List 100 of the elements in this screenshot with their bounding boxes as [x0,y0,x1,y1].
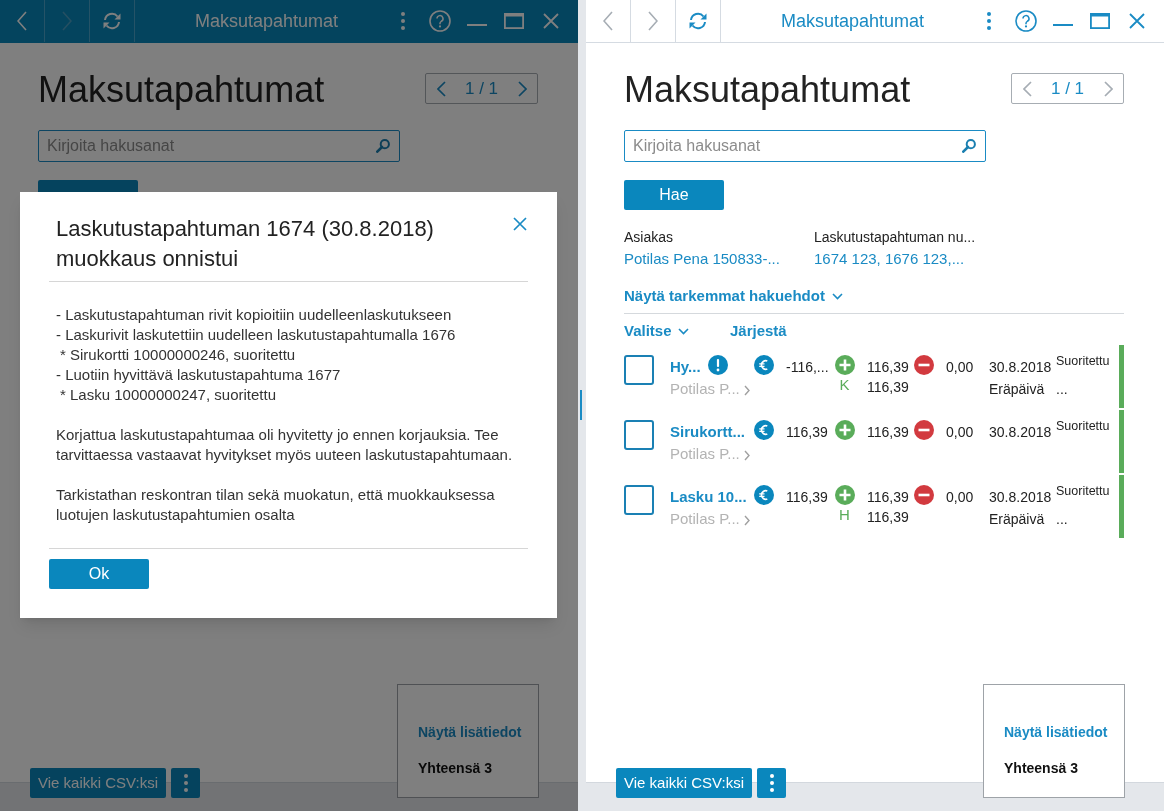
minus-icon [914,355,934,375]
dialog-message: Korjattua laskutustapahtumaa oli hyvitetty jo ennen korjauksia. Tee tarvittaessa vastaavat hyvitykset myös uuteen laskutustapahtumaan. [56,425,514,465]
euro-icon [754,485,774,505]
filter-label: Laskutustapahtuman nu... [814,228,976,247]
chevron-right-icon [743,449,750,461]
amount-text: 116,39 [867,488,910,507]
close-icon [542,13,559,29]
amount-text: 116,39 [867,358,910,377]
dialog-message-line: - Luotiin hyvittävä laskutustapahtuma 1677 [56,365,342,385]
chevron-down-icon [831,292,843,300]
dialog-message-line: * Lasku 10000000247, suoritettu [60,385,277,405]
amount-text: 116,39 [867,423,910,442]
total-text: Yhteensä 3 [1004,759,1078,778]
ok-button[interactable]: Ok [49,559,149,589]
minimize-icon [466,24,487,26]
row-checkbox[interactable] [624,355,654,385]
select-menu-button[interactable]: Valitse [624,320,689,343]
amount-text: 0,00 [946,423,975,442]
filter-label: Asiakas [624,228,674,247]
page-indicator: 1 / 1 [464,77,499,100]
page-heading: Maksutapahtumat [38,68,325,112]
date-text: 30.8.2018 [989,488,1053,507]
search-button[interactable]: Hae [624,180,724,210]
filter-value-link[interactable]: Potilas Pena 150833-... [624,248,780,270]
window-title: Maksutapahtumat [780,10,925,33]
search-field[interactable]: Kirjoita hakusanat [38,130,400,162]
vertical-dots-icon [183,774,188,792]
due-label: Eräpäivä [989,380,1046,399]
vertical-dots-icon [769,774,774,792]
amount-text: 116,39 [867,508,910,527]
vertical-dots-icon [986,12,991,30]
plus-note: K [839,375,850,395]
row-checkbox[interactable] [624,420,654,450]
export-button[interactable]: Vie kaikki CSV:ksi [616,768,752,798]
help-icon [1014,10,1037,32]
dialog-message-line: - Laskurivit laskutettiin uudelleen laskutustapahtumalla 1676 [56,325,457,345]
amount-text: 116,39 [786,423,829,442]
chevron-right-icon [743,384,750,396]
export-button[interactable]: Vie kaikki CSV:ksi [30,768,166,798]
chevron-right-icon [743,514,750,526]
due-value: ... [1056,380,1069,399]
chevron-left-icon [603,11,613,31]
help-icon [428,10,451,32]
plus-note: H [839,505,850,525]
row-subtitle: Potilas P... [670,379,740,399]
filter-value-link[interactable]: 1674 123, 1676 123,... [814,248,965,270]
chevron-left-icon [1022,80,1032,97]
amount-text: 0,00 [946,488,975,507]
page-heading: Maksutapahtumat [624,68,911,112]
resize-handle[interactable] [580,390,582,420]
search-icon [962,139,976,153]
chevron-left-icon [17,11,27,31]
chevron-right-icon [648,11,658,31]
sort-link[interactable]: Järjestä [730,320,787,343]
search-icon [376,139,390,153]
chevron-down-icon [677,327,689,335]
dialog-message: Tarkistathan reskontran tilan sekä muokatun, että muokkauksessa luotujen laskutustapahtumien osalta [56,485,496,525]
row-checkbox[interactable] [624,485,654,515]
refresh-icon [688,11,708,31]
details-link[interactable]: Näytä lisätiedot [418,722,522,742]
dialog-message-line: * Sirukortti 10000000246, suoritettu [60,345,297,365]
close-icon [513,217,527,231]
refresh-icon [102,11,122,31]
close-icon [1128,13,1145,29]
minus-icon [914,485,934,505]
status-text: Suoritettu [1056,483,1111,500]
amount-text: 116,39 [786,488,829,507]
amount-text: 116,39 [867,378,910,397]
page-indicator: 1 / 1 [1050,77,1085,100]
chevron-right-icon [1103,80,1113,97]
details-link[interactable]: Näytä lisätiedot [1004,722,1108,742]
total-text: Yhteensä 3 [418,759,492,778]
minimize-icon [1052,24,1073,26]
chevron-left-icon [436,80,446,97]
maximize-icon [503,13,524,29]
euro-icon [754,355,774,375]
row-title-link[interactable]: Lasku 10... [670,487,747,507]
dialog-message-line: - Laskutustapahtuman rivit kopioitiin uudelleenlaskutukseen [56,305,453,325]
dialog-title: Laskutustapahtuman 1674 (30.8.2018) muokkaus onnistui [55,215,435,273]
status-text: Suoritettu [1056,353,1111,370]
chevron-right-icon [62,11,72,31]
row-title-link[interactable]: Sirukortt... [670,422,745,442]
minus-icon [914,420,934,440]
more-options-button[interactable] [171,768,200,798]
due-value: ... [1056,510,1069,529]
amount-text: -116,... [786,358,830,377]
chevron-right-icon [517,80,527,97]
plus-icon [834,485,855,505]
more-options-button[interactable] [757,768,786,798]
due-label: Eräpäivä [989,510,1046,529]
vertical-dots-icon [400,12,405,30]
more-filters-link[interactable]: Näytä tarkemmat hakuehdot [624,286,843,306]
row-subtitle: Potilas P... [670,444,740,464]
row-title-link[interactable]: Hy... [670,357,701,377]
amount-text: 0,00 [946,358,975,377]
plus-icon [834,355,855,375]
search-field[interactable]: Kirjoita hakusanat [624,130,986,162]
date-text: 30.8.2018 [989,358,1053,377]
date-text: 30.8.2018 [989,423,1053,442]
euro-icon [754,420,774,440]
